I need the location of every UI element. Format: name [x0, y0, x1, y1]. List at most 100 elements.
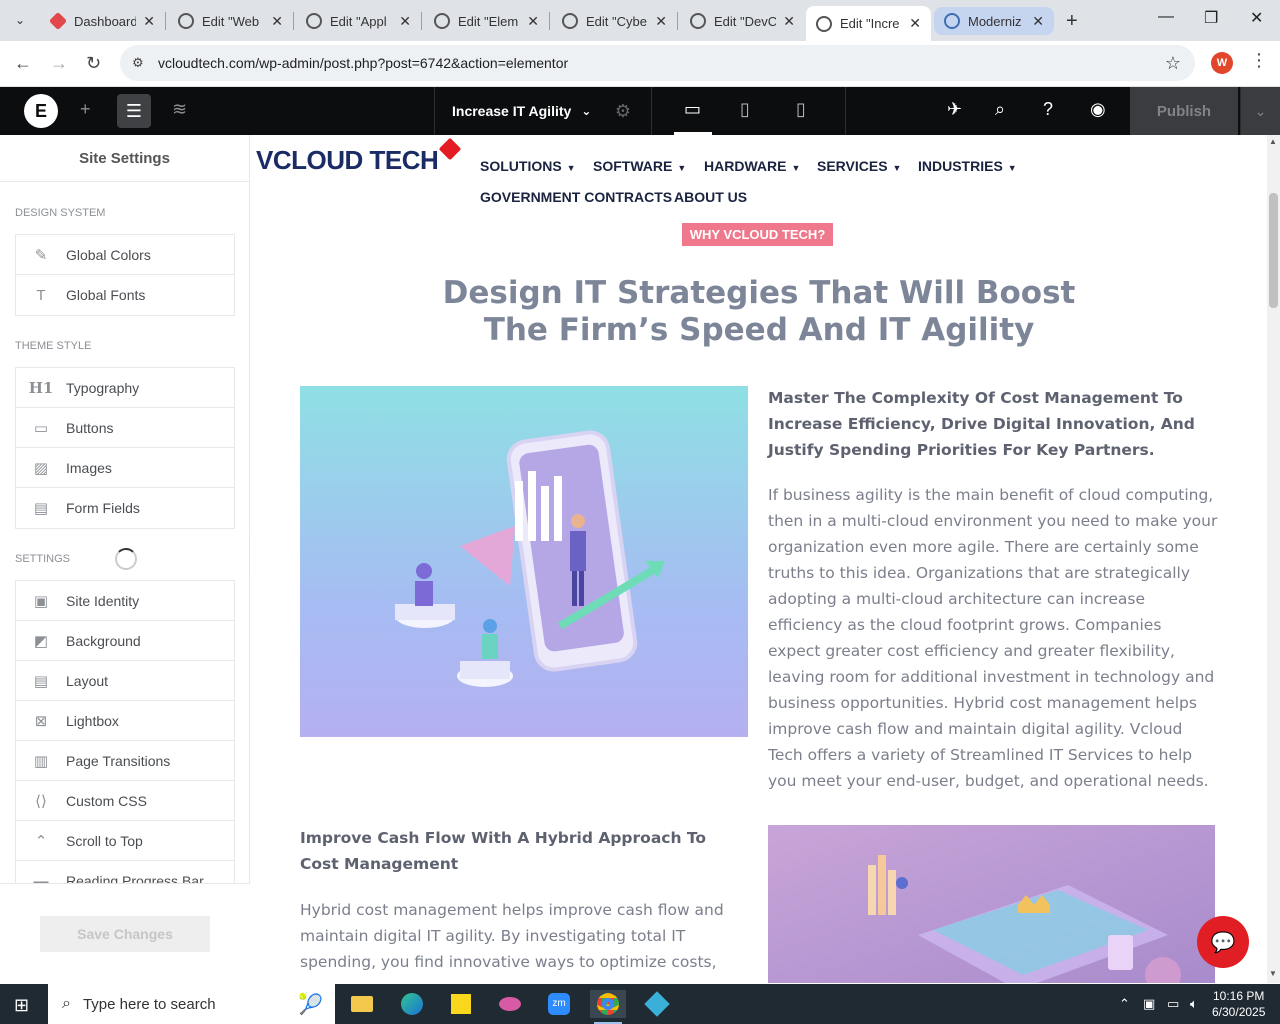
theme-style-group: H1 Typography ▭ Buttons ▨ Images ▤ Form Fiel… — [15, 367, 235, 529]
settings-item-scroll-to-top[interactable]: ⌃ Scroll to Top — [16, 821, 234, 861]
tab-title: Moderniz — [968, 13, 1022, 29]
new-tab-plus-icon[interactable]: + — [1066, 10, 1078, 33]
close-tab-icon[interactable]: ✕ — [527, 13, 539, 30]
h1-icon: H1 — [28, 378, 54, 397]
edge-browser-icon[interactable] — [394, 990, 430, 1018]
close-tab-icon[interactable]: ✕ — [783, 13, 795, 30]
tab-dashboard[interactable]: Dashboard ✕ — [40, 6, 165, 36]
tab-edit-cybe[interactable]: Edit "Cybe ✕ — [552, 6, 677, 36]
chat-bubble-icon[interactable]: 💬 — [1197, 916, 1249, 968]
publish-options-chevron-icon[interactable]: ⌄ — [1240, 87, 1280, 135]
nav-hardware[interactable]: HARDWARE ▼ — [704, 158, 800, 174]
tray-app-icon[interactable]: ▣ — [1143, 996, 1155, 1012]
settings-item-lightbox[interactable]: ⊠ Lightbox — [16, 701, 234, 741]
system-clock[interactable]: 10:16 PM 6/30/2025 — [1212, 988, 1265, 1020]
url-text[interactable]: vcloudtech.com/wp-admin/post.php?post=67… — [158, 55, 568, 71]
snipping-tool-icon[interactable] — [492, 990, 528, 1018]
site-logo[interactable]: VCLOUD TECH — [256, 137, 462, 176]
mobile-icon[interactable]: ▯ — [796, 99, 806, 120]
back-arrow-icon[interactable]: ← — [14, 53, 32, 74]
settings-item-global-colors[interactable]: ✎ Global Colors — [16, 235, 234, 275]
item-label: Site Identity — [66, 592, 140, 609]
omnibox[interactable]: ⚙ vcloudtech.com/wp-admin/post.php?post=… — [120, 45, 1195, 81]
add-element-plus-icon[interactable]: + — [80, 99, 91, 120]
tab-edit-elem[interactable]: Edit "Elem ✕ — [424, 6, 549, 36]
tab-search-chevron-icon[interactable]: ⌄ — [6, 6, 34, 34]
settings-item-global-fonts[interactable]: T Global Fonts — [16, 275, 234, 315]
help-icon[interactable]: ? — [1043, 99, 1053, 120]
settings-item-custom-css[interactable]: ⟨⟩ Custom CSS — [16, 781, 234, 821]
close-tab-icon[interactable]: ✕ — [271, 13, 283, 30]
page-settings-gear-icon[interactable]: ⚙ — [615, 101, 631, 122]
settings-item-buttons[interactable]: ▭ Buttons — [16, 408, 234, 448]
preview-eye-icon[interactable]: ◉ — [1090, 99, 1106, 120]
settings-item-layout[interactable]: ▤ Layout — [16, 661, 234, 701]
tab-edit-incre[interactable]: Edit "Incre ✕ — [806, 6, 931, 41]
tab-moderniz[interactable]: Moderniz ✕ — [934, 7, 1054, 35]
scroll-down-arrow-icon[interactable]: ▼ — [1269, 969, 1277, 978]
page-selector[interactable]: Increase IT Agility ⌄ ⚙ — [434, 87, 652, 135]
desktop-icon[interactable]: ▭ — [673, 99, 713, 135]
elementor-logo-icon[interactable]: E — [24, 94, 58, 128]
chrome-browser-icon[interactable] — [590, 990, 626, 1024]
settings-item-page-transitions[interactable]: ▥ Page Transitions — [16, 741, 234, 781]
tennis-racket-icon: 🎾 — [298, 993, 323, 1016]
preview-scrollbar[interactable]: ▲ ▼ — [1267, 135, 1280, 983]
site-info-icon[interactable]: ⚙ — [132, 55, 150, 71]
zoom-app-icon[interactable]: zm — [541, 990, 577, 1018]
settings-item-images[interactable]: ▨ Images — [16, 448, 234, 488]
sticky-notes-icon[interactable] — [443, 990, 479, 1018]
item-label: Form Fields — [66, 500, 140, 516]
tab-edit-web[interactable]: Edit "Web ✕ — [168, 6, 293, 36]
forward-arrow-icon[interactable]: → — [50, 53, 68, 74]
reload-icon[interactable]: ↻ — [86, 53, 101, 74]
tablet-icon[interactable]: ▯ — [740, 99, 750, 120]
minimize-icon[interactable]: — — [1158, 8, 1174, 26]
tray-chevron-up-icon[interactable]: ⌃ — [1119, 996, 1130, 1012]
save-changes-button[interactable]: Save Changes — [40, 916, 210, 952]
settings-group: ▣ Site Identity ◩ Background ▤ Layout ⊠ Ligh… — [15, 580, 235, 901]
close-tab-icon[interactable]: ✕ — [399, 13, 411, 30]
search-icon[interactable]: ⌕ — [995, 99, 1005, 120]
notes-rocket-icon[interactable]: ✈ — [947, 99, 962, 120]
tab-edit-devc[interactable]: Edit "DevC ✕ — [680, 6, 805, 36]
site-settings-sliders-icon[interactable]: ☰ — [117, 94, 151, 128]
taskbar-search-box[interactable]: ⌕ Type here to search 🎾 — [48, 984, 335, 1024]
nav-services[interactable]: SERVICES ▼ — [817, 158, 901, 174]
profile-avatar[interactable]: W — [1211, 52, 1233, 74]
app-diamond-icon[interactable] — [639, 990, 675, 1018]
settings-item-site-identity[interactable]: ▣ Site Identity — [16, 581, 234, 621]
nav-solutions[interactable]: SOLUTIONS ▼ — [480, 158, 576, 174]
publish-button[interactable]: Publish — [1130, 87, 1238, 135]
nav-industries[interactable]: INDUSTRIES ▼ — [918, 158, 1017, 174]
windows-start-icon[interactable]: ⊞ — [14, 995, 29, 1016]
chrome-menu-icon[interactable]: ⋮ — [1250, 50, 1268, 71]
structure-layers-icon[interactable]: ≋ — [172, 99, 187, 120]
file-explorer-icon[interactable] — [344, 990, 380, 1018]
restore-icon[interactable]: ❐ — [1204, 8, 1218, 28]
item-label: Scroll to Top — [66, 832, 143, 849]
close-tab-icon[interactable]: ✕ — [143, 13, 155, 30]
tab-title: Edit "Web — [202, 13, 260, 29]
nav-government-contracts[interactable]: GOVERNMENT CONTRACTS — [480, 189, 672, 205]
volume-icon[interactable]: 🔈︎ — [1190, 996, 1198, 1012]
close-tab-icon[interactable]: ✕ — [655, 13, 667, 30]
nav-software[interactable]: SOFTWARE ▼ — [593, 158, 686, 174]
close-window-icon[interactable]: ✕ — [1250, 8, 1263, 28]
tab-title: Edit "Appl — [330, 13, 387, 29]
tab-edit-appl[interactable]: Edit "Appl ✕ — [296, 6, 421, 36]
settings-item-form-fields[interactable]: ▤ Form Fields — [16, 488, 234, 528]
bookmark-star-icon[interactable]: ☆ — [1165, 53, 1181, 74]
nav-about-us[interactable]: ABOUT US — [674, 189, 747, 205]
page-title: Increase IT Agility — [452, 103, 572, 119]
close-tab-icon[interactable]: ✕ — [1032, 13, 1044, 30]
scrollbar-thumb[interactable] — [1269, 193, 1278, 308]
settings-item-background[interactable]: ◩ Background — [16, 621, 234, 661]
settings-item-typography[interactable]: H1 Typography — [16, 368, 234, 408]
scroll-up-arrow-icon[interactable]: ▲ — [1269, 137, 1277, 146]
scroll-top-icon: ⌃ — [34, 832, 48, 850]
close-tab-icon[interactable]: ✕ — [909, 15, 921, 32]
code-icon: ⟨⟩ — [35, 792, 47, 810]
network-icon[interactable]: ▭ — [1167, 996, 1179, 1012]
responsive-mode-switcher: ▭ ▯ ▯ — [664, 87, 846, 135]
